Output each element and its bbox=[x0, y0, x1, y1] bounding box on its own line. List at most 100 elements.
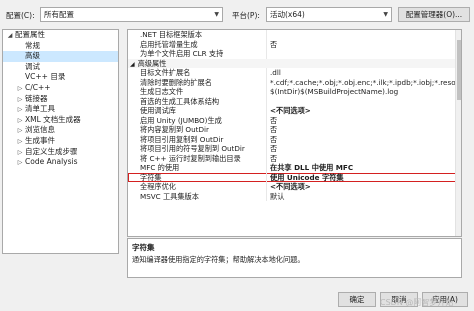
config-select-value: 所有配置 bbox=[44, 10, 74, 19]
watermark: CSDN @阿智梦开始 bbox=[380, 298, 454, 307]
property-grid[interactable]: .NET 目标框架版本 启用托管增量生成否为单个文件启用 CLR 支持 ◢ 高级属性目… bbox=[127, 29, 462, 237]
property-value[interactable]: 否 bbox=[270, 40, 456, 50]
tree-item-label: 调试 bbox=[25, 61, 40, 71]
column-divider bbox=[266, 134, 267, 144]
expander-icon[interactable]: ▷ bbox=[15, 158, 25, 169]
tree-item-label: 常规 bbox=[25, 40, 40, 50]
column-divider bbox=[266, 68, 267, 78]
scrollbar[interactable] bbox=[455, 30, 461, 236]
ok-button[interactable]: 确定 bbox=[338, 292, 376, 307]
platform-select[interactable]: 活动(x64) ▼ bbox=[266, 7, 392, 22]
property-name: 将项目引用的符号复制到 OutDir bbox=[140, 144, 245, 153]
tree-item-label: 浏览信息 bbox=[25, 125, 55, 135]
property-row[interactable]: 首选的生成工具体系结构 bbox=[128, 96, 461, 106]
property-value[interactable]: 否 bbox=[270, 135, 456, 145]
tree-item-label: C/C++ bbox=[25, 82, 51, 92]
tree-item[interactable]: ◢ 配置属性 bbox=[3, 30, 118, 41]
property-row[interactable]: 将项目引用复制到 OutDir 否 bbox=[128, 134, 461, 145]
tree-item-label: Code Analysis bbox=[25, 157, 78, 167]
property-value[interactable]: 否 bbox=[270, 154, 456, 164]
property-value[interactable]: 否 bbox=[270, 116, 456, 126]
chevron-down-icon: ▼ bbox=[383, 11, 388, 18]
property-row[interactable]: 字符集 使用 Unicode 字符集 bbox=[128, 172, 461, 183]
property-value[interactable]: *.cdf;*.cache;*.obj;*.obj.enc;*.ilk;*.ip… bbox=[270, 78, 456, 88]
property-name: 使用调试库 bbox=[140, 106, 176, 115]
platform-select-value: 活动(x64) bbox=[270, 10, 305, 19]
tree-item[interactable]: ▷ 浏览信息 bbox=[3, 125, 118, 136]
property-value[interactable]: 否 bbox=[270, 125, 456, 135]
tree-item[interactable]: VC++ 目录 bbox=[3, 72, 118, 83]
column-divider bbox=[266, 144, 267, 154]
property-row[interactable]: 为单个文件启用 CLR 支持 bbox=[128, 49, 461, 59]
property-name: 启用 Unity (JUMBO)生成 bbox=[140, 115, 222, 125]
property-value[interactable]: 在共享 DLL 中使用 MFC bbox=[270, 163, 456, 173]
property-category[interactable]: ◢ 高级属性 bbox=[128, 58, 461, 68]
expander-icon[interactable]: ◢ bbox=[130, 61, 135, 68]
tree-item[interactable]: ▷ 链接器 bbox=[3, 94, 118, 105]
column-divider bbox=[266, 49, 267, 59]
column-divider bbox=[266, 153, 267, 163]
property-row[interactable]: 启用托管增量生成 否 bbox=[128, 39, 461, 50]
property-row[interactable]: 清除时要删除的扩展名 *.cdf;*.cache;*.obj;*.obj.enc;… bbox=[128, 77, 461, 88]
category-label: 高级属性 bbox=[137, 58, 167, 68]
column-divider bbox=[266, 191, 267, 201]
property-row[interactable]: 启用 Unity (JUMBO)生成 否 bbox=[128, 115, 461, 126]
property-row[interactable]: MSVC 工具集版本 默认 bbox=[128, 191, 461, 202]
property-value[interactable]: <不同选项> bbox=[270, 182, 456, 192]
column-divider bbox=[266, 30, 267, 40]
property-row[interactable]: 全程序优化 <不同选项> bbox=[128, 182, 461, 192]
property-name: MFC 的使用 bbox=[140, 163, 180, 172]
column-divider bbox=[266, 77, 267, 87]
column-divider bbox=[266, 182, 267, 192]
config-manager-button[interactable]: 配置管理器(O)... bbox=[398, 7, 470, 22]
property-row[interactable]: 生成日志文件 $(IntDir)$(MSBuildProjectName).log bbox=[128, 87, 461, 97]
scrollbar-thumb[interactable] bbox=[457, 40, 461, 100]
platform-label: 平台(P): bbox=[232, 11, 260, 20]
property-value[interactable]: 默认 bbox=[270, 192, 456, 202]
settings-tree[interactable]: ◢ 配置属性 常规 高级 调试 VC++ 目录 ▷ C/C++ ▷ 链接器 ▷ 清单工具 ▷ XML 文档… bbox=[2, 29, 119, 254]
property-row[interactable]: 目标文件扩展名 .dll bbox=[128, 68, 461, 78]
property-value[interactable]: 否 bbox=[270, 144, 456, 154]
property-row[interactable]: MFC 的使用 在共享 DLL 中使用 MFC bbox=[128, 163, 461, 173]
property-row[interactable]: 使用调试库 <不同选项> bbox=[128, 106, 461, 116]
property-row[interactable]: 将 C++ 运行时复制到输出目录 否 bbox=[128, 153, 461, 164]
property-name: 为单个文件启用 CLR 支持 bbox=[140, 49, 224, 58]
description-text: 通知编译器使用指定的字符集；帮助解决本地化问题。 bbox=[132, 255, 305, 264]
tree-item[interactable]: 高级 bbox=[3, 51, 118, 62]
property-name: 生成日志文件 bbox=[140, 87, 184, 96]
property-row[interactable]: .NET 目标框架版本 bbox=[128, 30, 461, 40]
tree-item[interactable]: 常规 bbox=[3, 41, 118, 52]
column-divider bbox=[266, 172, 267, 182]
column-divider bbox=[266, 39, 267, 49]
tree-item[interactable]: ▷ 清单工具 bbox=[3, 104, 118, 115]
column-divider bbox=[266, 106, 267, 116]
property-name: 首选的生成工具体系结构 bbox=[140, 96, 220, 106]
column-divider bbox=[266, 163, 267, 173]
property-name: 启用托管增量生成 bbox=[140, 39, 198, 49]
property-name: 将内容复制到 OutDir bbox=[140, 125, 209, 134]
property-row[interactable]: 将项目引用的符号复制到 OutDir 否 bbox=[128, 144, 461, 154]
tree-item[interactable]: ▷ C/C++ bbox=[3, 83, 118, 94]
column-divider bbox=[266, 125, 267, 135]
property-value[interactable]: $(IntDir)$(MSBuildProjectName).log bbox=[270, 87, 456, 97]
tree-item[interactable]: ▷ 自定义生成步骤 bbox=[3, 147, 118, 158]
column-divider bbox=[266, 87, 267, 97]
tree-item[interactable]: ▷ XML 文档生成器 bbox=[3, 115, 118, 126]
config-select[interactable]: 所有配置 ▼ bbox=[40, 7, 223, 22]
tree-item-label: 生成事件 bbox=[25, 135, 55, 145]
tree-item[interactable]: ▷ 生成事件 bbox=[3, 136, 118, 147]
tree-item[interactable]: ▷ Code Analysis bbox=[3, 157, 118, 168]
property-value[interactable]: 使用 Unicode 字符集 bbox=[270, 173, 456, 183]
tree-item[interactable]: 调试 bbox=[3, 62, 118, 73]
property-row[interactable]: 将内容复制到 OutDir 否 bbox=[128, 125, 461, 135]
toolbar: 配置(C): 所有配置 ▼ 平台(P): 活动(x64) ▼ 配置管理器(O).… bbox=[0, 0, 474, 30]
property-name: 清除时要删除的扩展名 bbox=[140, 77, 212, 87]
property-name: 将 C++ 运行时复制到输出目录 bbox=[140, 153, 241, 163]
property-value[interactable]: <不同选项> bbox=[270, 106, 456, 116]
property-name: MSVC 工具集版本 bbox=[140, 191, 199, 201]
property-name: .NET 目标框架版本 bbox=[140, 30, 203, 39]
tree-item-label: 高级 bbox=[25, 51, 40, 61]
tree-item-label: XML 文档生成器 bbox=[25, 114, 81, 124]
property-value[interactable]: .dll bbox=[270, 68, 456, 78]
description-title: 字符集 bbox=[132, 243, 155, 252]
